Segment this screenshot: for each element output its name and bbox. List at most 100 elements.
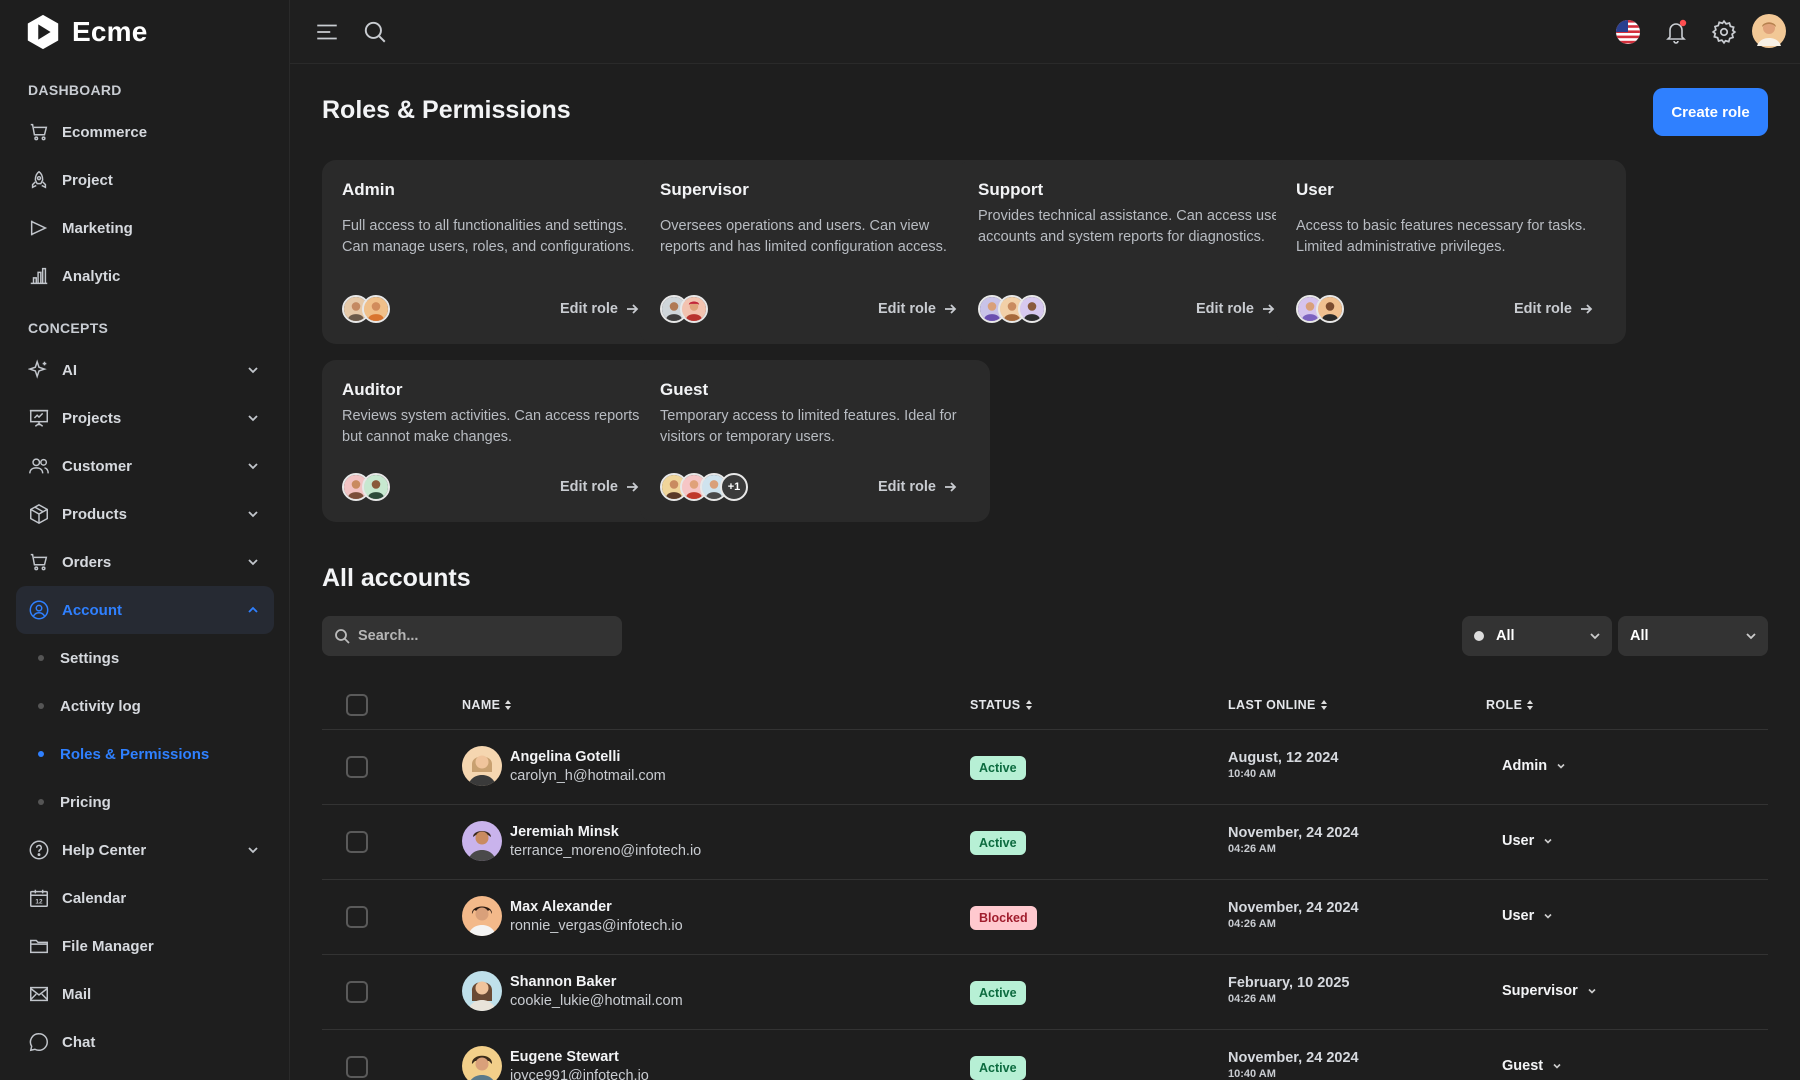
sidebar-item-customer[interactable]: Customer: [16, 442, 274, 490]
column-header-status[interactable]: STATUS: [970, 698, 1033, 712]
sidebar-item-analytic[interactable]: Analytic: [16, 252, 274, 300]
sidebar-item-marketing[interactable]: Marketing: [16, 204, 274, 252]
user-avatar[interactable]: [1752, 14, 1786, 48]
role-select[interactable]: Supervisor: [1502, 983, 1598, 999]
column-header-name[interactable]: NAME: [462, 698, 512, 712]
role-description: Temporary access to limited features. Id…: [660, 408, 957, 445]
last-online: November, 24 2024 10:40 AM: [1228, 1050, 1359, 1080]
user-cell: Eugene Stewart joyce991@infotech.io: [462, 1046, 649, 1080]
arrow-right-icon: [627, 304, 639, 314]
role-select[interactable]: User: [1502, 833, 1554, 849]
menu-icon[interactable]: [314, 19, 340, 45]
chevron-down-icon: [248, 463, 258, 470]
sidebar-item-account[interactable]: Account: [16, 586, 274, 634]
search-input[interactable]: [358, 628, 608, 644]
role-member-avatars: [978, 295, 1046, 323]
row-checkbox[interactable]: [346, 981, 368, 1003]
table-row: Jeremiah Minsk terrance_moreno@infotech.…: [322, 805, 1768, 880]
sidebar-subitem-activity-log[interactable]: Activity log: [16, 682, 274, 730]
sidebar-subitem-roles-permissions[interactable]: Roles & Permissions: [16, 730, 274, 778]
avatar: [462, 1046, 502, 1080]
edit-role-link[interactable]: Edit role: [1514, 301, 1594, 317]
logo-icon: [27, 14, 59, 50]
chevron-up-icon: [248, 606, 258, 613]
sidebar-item-products[interactable]: Products: [16, 490, 274, 538]
sort-icon: [505, 700, 512, 710]
role-name: Auditor: [342, 380, 403, 399]
row-checkbox[interactable]: [346, 906, 368, 928]
sidebar-nav: DASHBOARD Ecommerce Project Marketing An…: [16, 72, 274, 1066]
role-member-avatars: [1296, 295, 1344, 323]
edit-role-link[interactable]: Edit role: [560, 301, 640, 317]
sort-icon: [1320, 700, 1327, 710]
status-badge: Active: [970, 756, 1026, 780]
cart-icon: [30, 553, 48, 571]
sidebar-item-ai[interactable]: AI: [16, 346, 274, 394]
sidebar-item-projects[interactable]: Projects: [16, 394, 274, 442]
avatar: [462, 896, 502, 936]
sidebar-subitem-label: Activity log: [60, 697, 141, 715]
more-members-badge[interactable]: +1: [720, 473, 748, 501]
search-icon[interactable]: [362, 19, 388, 45]
brand[interactable]: Ecme: [24, 12, 148, 52]
row-checkbox[interactable]: [346, 756, 368, 778]
select-all-checkbox[interactable]: [346, 694, 368, 716]
edit-role-link[interactable]: Edit role: [878, 479, 958, 495]
chevron-down-icon: [248, 511, 258, 518]
row-checkbox[interactable]: [346, 831, 368, 853]
last-online: November, 24 2024 04:26 AM: [1228, 825, 1359, 855]
user-name: Shannon Baker: [510, 973, 617, 990]
sidebar-item-project[interactable]: Project: [16, 156, 274, 204]
role-select[interactable]: User: [1502, 908, 1554, 924]
accounts-title: All accounts: [322, 564, 471, 592]
role-filter-select[interactable]: All: [1618, 616, 1768, 656]
bullet-dot: [38, 655, 44, 661]
page-title: Roles & Permissions: [322, 96, 571, 124]
role-card-supervisor: Supervisor Oversees operations and users…: [640, 160, 990, 344]
brand-name: Ecme: [72, 16, 148, 47]
role-description: Reviews system activities. Can access re…: [342, 408, 644, 445]
sidebar-item-help-center[interactable]: Help Center: [16, 826, 274, 874]
sidebar-subitem-pricing[interactable]: Pricing: [16, 778, 274, 826]
column-header-role[interactable]: ROLE: [1486, 698, 1534, 712]
row-checkbox[interactable]: [346, 1056, 368, 1078]
sidebar-item-calendar[interactable]: 12 Calendar: [16, 874, 274, 922]
gear-icon[interactable]: [1711, 19, 1737, 45]
column-label: ROLE: [1486, 698, 1523, 712]
role-select[interactable]: Admin: [1502, 758, 1567, 774]
user-email: ronnie_vergas@infotech.io: [510, 917, 683, 934]
chevron-down-icon: [248, 559, 258, 566]
create-role-button[interactable]: Create role: [1653, 88, 1768, 136]
calendar-icon: 12: [30, 889, 48, 907]
arrow-right-icon: [1263, 304, 1275, 314]
role-name: Support: [978, 180, 1044, 199]
sidebar-item-ecommerce[interactable]: Ecommerce: [16, 108, 274, 156]
avatar: [462, 971, 502, 1011]
role-name: Admin: [342, 180, 395, 199]
sidebar-item-orders[interactable]: Orders: [16, 538, 274, 586]
last-online-date: November, 24 2024: [1228, 900, 1359, 916]
sidebar-item-file-manager[interactable]: File Manager: [16, 922, 274, 970]
section-concepts: CONCEPTS: [28, 320, 109, 336]
us-flag-icon[interactable]: [1615, 19, 1641, 45]
sidebar-subitem-settings[interactable]: Settings: [16, 634, 274, 682]
sidebar-item-chat[interactable]: Chat: [16, 1018, 274, 1066]
edit-role-link[interactable]: Edit role: [1196, 301, 1276, 317]
last-online-time: 04:26 AM: [1228, 843, 1276, 855]
last-online: August, 12 2024 10:40 AM: [1228, 750, 1338, 780]
edit-role-link[interactable]: Edit role: [560, 479, 640, 495]
chevron-down-icon: [1557, 763, 1565, 769]
edit-role-link[interactable]: Edit role: [878, 301, 958, 317]
role-select[interactable]: Guest: [1502, 1058, 1563, 1074]
edit-role-label: Edit role: [877, 301, 936, 317]
bell-icon[interactable]: [1663, 19, 1689, 45]
column-header-last-online[interactable]: LAST ONLINE: [1228, 698, 1328, 712]
chevron-down-icon: [1544, 838, 1552, 844]
search-box: [322, 616, 622, 656]
table-row: Eugene Stewart joyce991@infotech.io Acti…: [322, 1030, 1768, 1080]
status-filter-select[interactable]: All: [1462, 616, 1612, 656]
last-online-date: August, 12 2024: [1228, 750, 1339, 766]
sidebar-item-mail[interactable]: Mail: [16, 970, 274, 1018]
edit-role-label: Edit role: [559, 301, 618, 317]
last-online: February, 10 2025 04:26 AM: [1228, 975, 1349, 1005]
